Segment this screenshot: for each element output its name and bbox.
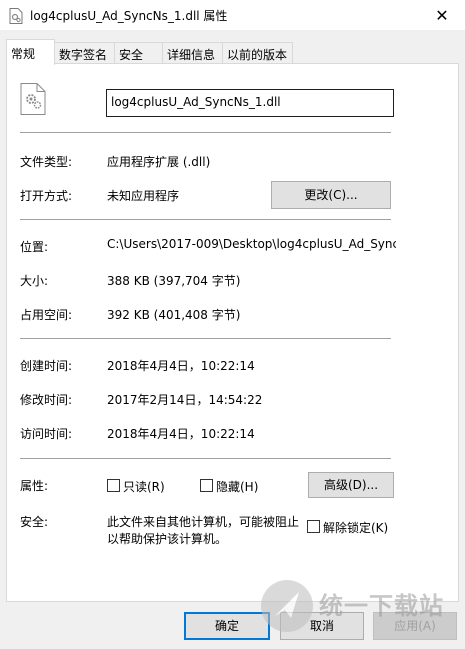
tab-security[interactable]: 安全 [114, 42, 163, 64]
window-title: log4cplusU_Ad_SyncNs_1.dll 属性 [30, 9, 228, 23]
modified-label: 修改时间: [20, 393, 73, 407]
unblock-label[interactable]: 解除锁定(K) [323, 519, 388, 536]
separator [20, 338, 391, 339]
created-value: 2018年4月4日，10:22:14 [107, 359, 255, 373]
title-bar: log4cplusU_Ad_SyncNs_1.dll 属性 ✕ [0, 0, 465, 30]
opens-with-value: 未知应用程序 [107, 189, 180, 203]
close-button[interactable]: ✕ [419, 0, 465, 30]
created-label: 创建时间: [20, 359, 73, 373]
file-type-label: 文件类型: [20, 155, 73, 169]
security-text-line2: 以帮助保护该计算机。 [107, 532, 228, 546]
change-button[interactable]: 更改(C)... [271, 181, 391, 209]
accessed-label: 访问时间: [20, 427, 73, 441]
hidden-label[interactable]: 隐藏(H) [216, 478, 258, 495]
unblock-checkbox[interactable] [307, 520, 320, 533]
dll-large-icon [20, 83, 46, 115]
close-icon: ✕ [435, 5, 449, 25]
separator [20, 219, 391, 220]
tab-general[interactable]: 常规 [6, 39, 55, 65]
location-value: C:\Users\2017-009\Desktop\log4cplusU_Ad_… [107, 237, 396, 251]
tab-previous-versions[interactable]: 以前的版本 [222, 42, 293, 64]
tab-details[interactable]: 详细信息 [162, 42, 223, 64]
security-text-line1: 此文件来自其他计算机，可能被阻止 [107, 515, 300, 529]
security-label: 安全: [20, 515, 49, 529]
watermark-text: 统一下载站 [319, 592, 444, 620]
file-type-value: 应用程序扩展 (.dll) [107, 155, 211, 169]
size-on-disk-label: 占用空间: [20, 308, 73, 322]
hidden-checkbox[interactable] [200, 479, 213, 492]
readonly-checkbox[interactable] [107, 479, 120, 492]
location-label: 位置: [20, 240, 49, 254]
size-label: 大小: [20, 274, 49, 288]
attributes-label: 属性: [20, 479, 49, 493]
separator [20, 132, 391, 133]
dll-file-icon [9, 8, 23, 24]
readonly-label[interactable]: 只读(R) [123, 478, 165, 495]
advanced-button[interactable]: 高级(D)... [308, 472, 394, 498]
watermark: 统一下载站 [257, 572, 457, 642]
accessed-value: 2018年4月4日，10:22:14 [107, 427, 255, 441]
opens-with-label: 打开方式: [20, 189, 73, 203]
size-value: 388 KB (397,704 字节) [107, 274, 241, 288]
modified-value: 2017年2月14日，14:54:22 [107, 393, 263, 407]
size-on-disk-value: 392 KB (401,408 字节) [107, 308, 241, 322]
file-name-input[interactable]: log4cplusU_Ad_SyncNs_1.dll [106, 89, 394, 117]
separator [20, 458, 391, 459]
tab-digital-signatures[interactable]: 数字签名 [54, 42, 115, 64]
